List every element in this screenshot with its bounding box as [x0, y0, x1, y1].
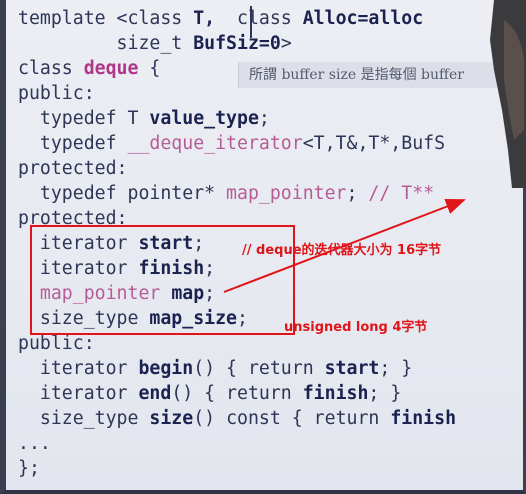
annotation-arrow	[223, 198, 466, 293]
presenter-silhouette	[490, 0, 526, 188]
slide-frame: template <class T, class Alloc=alloc siz…	[0, 0, 526, 494]
